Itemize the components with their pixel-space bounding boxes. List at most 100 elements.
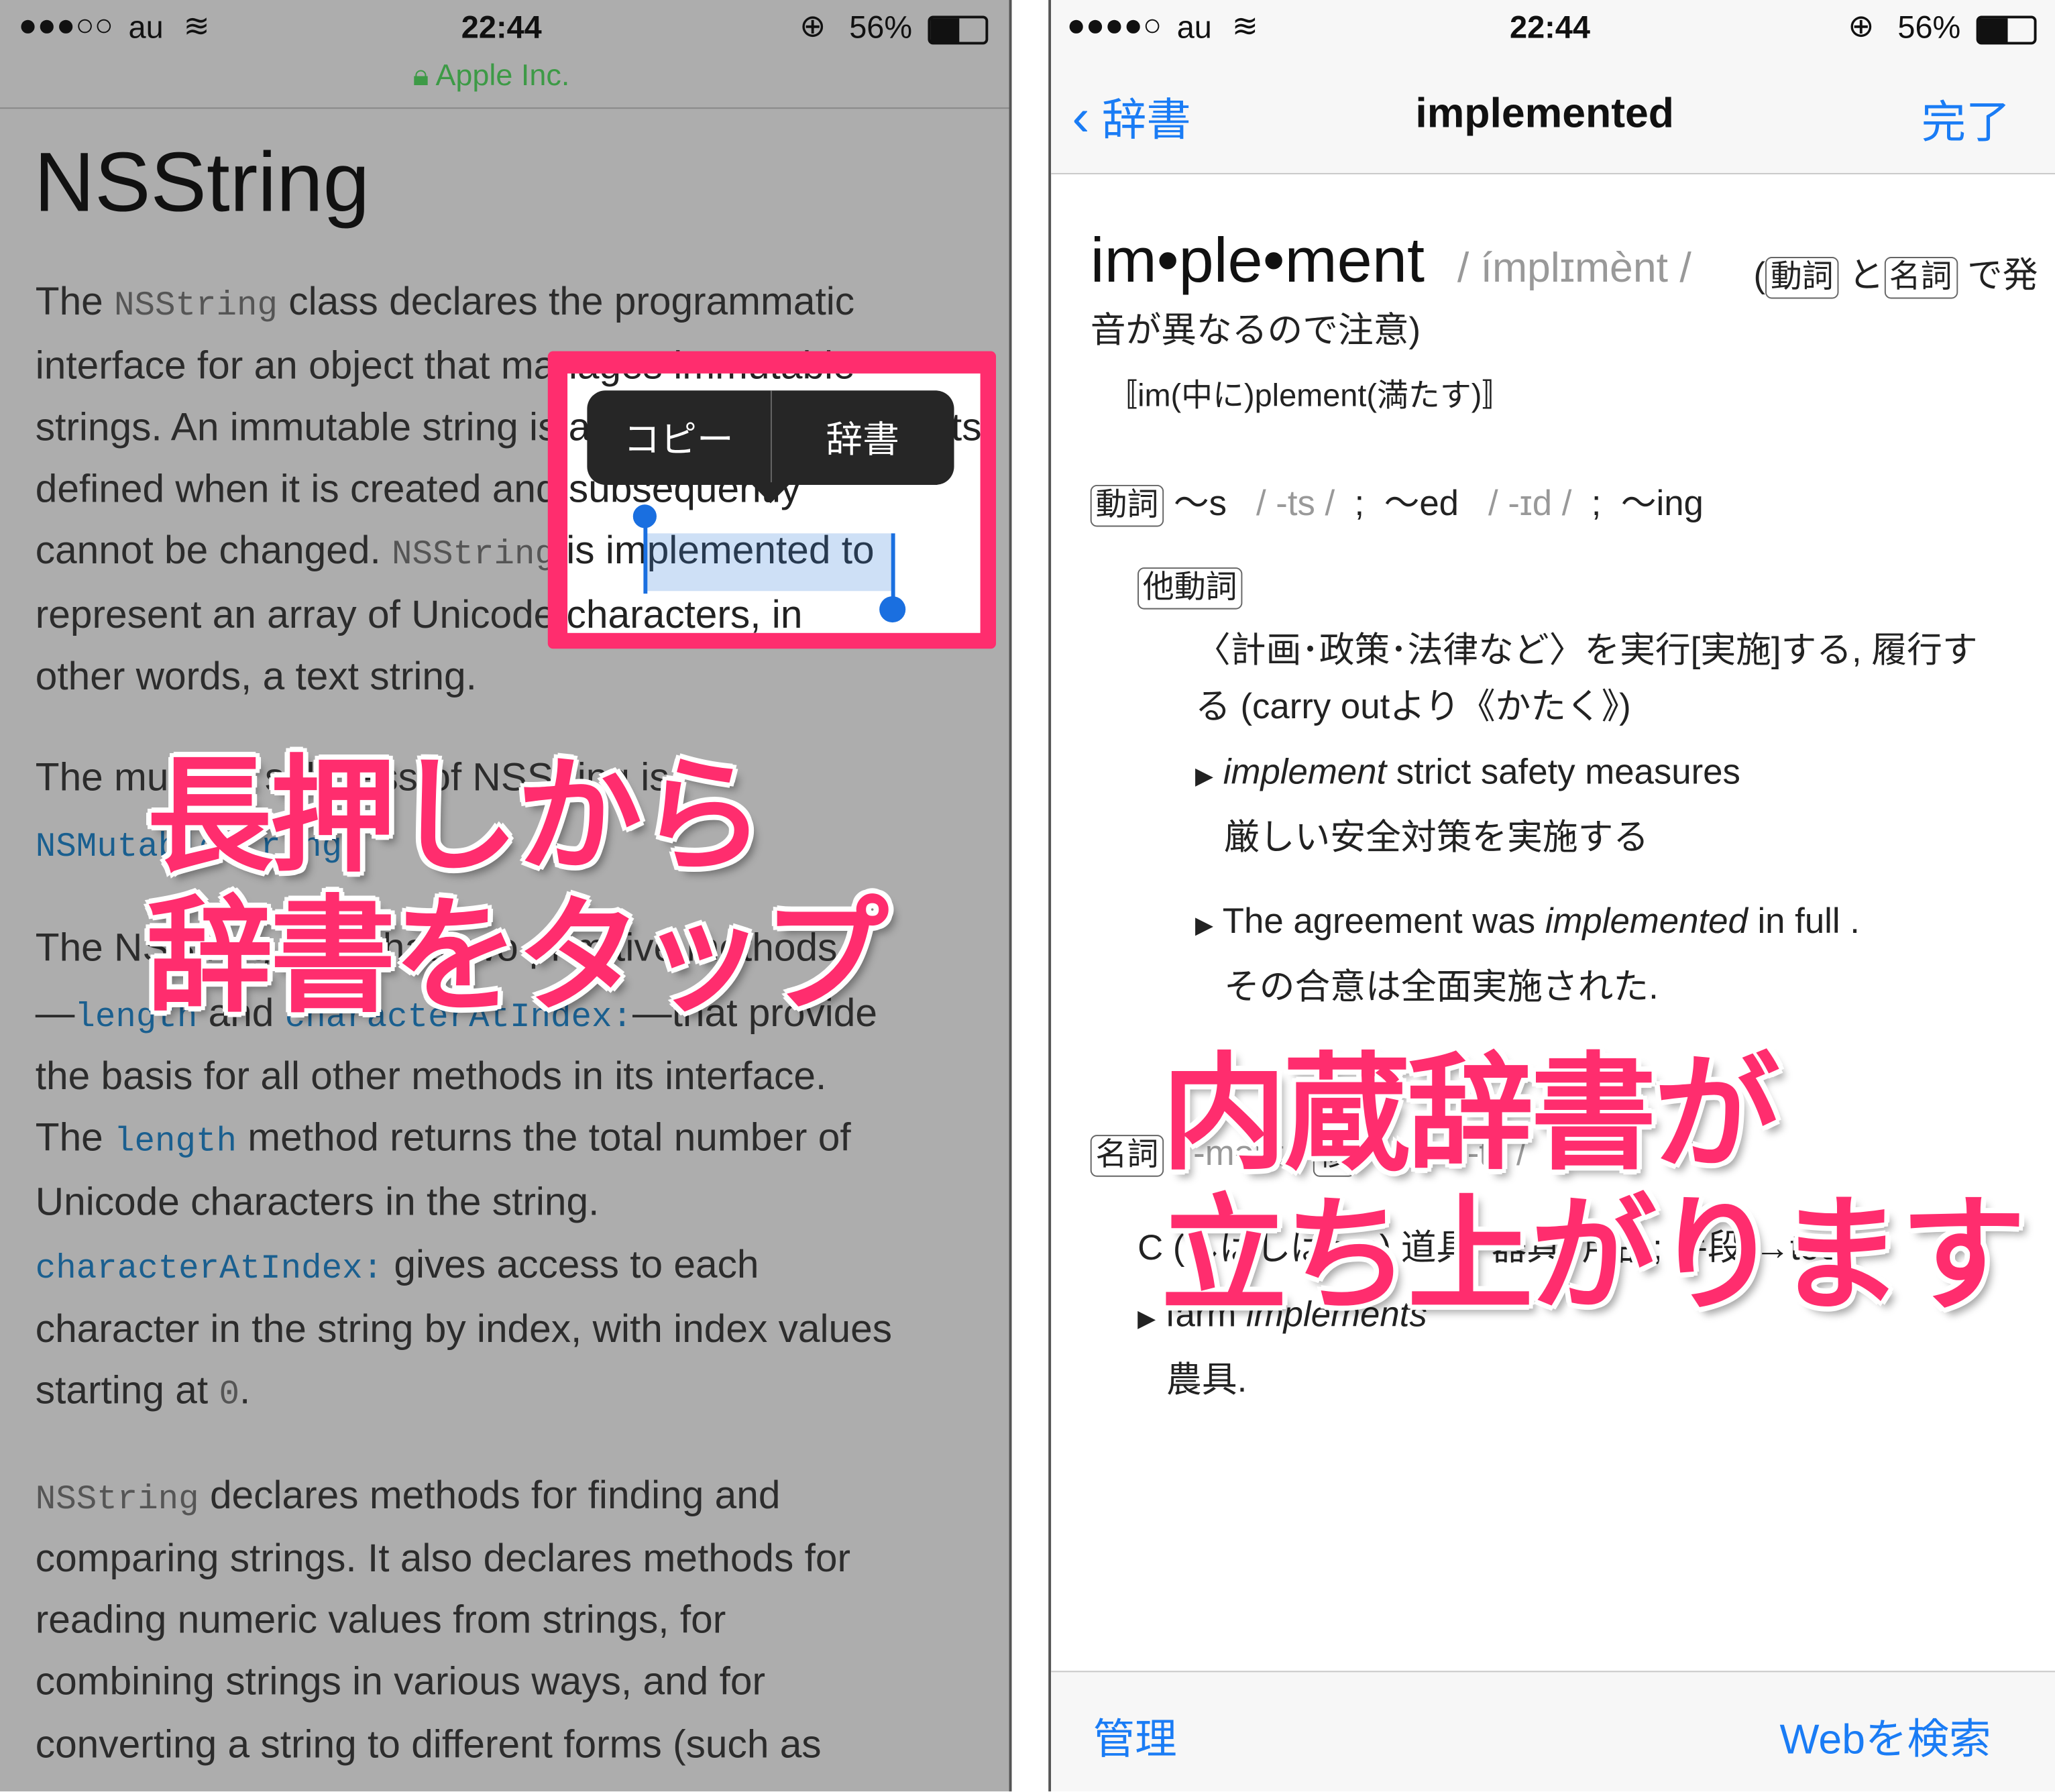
text: Unicode characters in the string. — [35, 1180, 600, 1225]
code-link[interactable]: characterAtIndex: — [36, 1249, 383, 1288]
verb-forms: 動詞 〜s / -ts / ; 〜ed / -ɪd / ; 〜ing — [1090, 474, 1704, 527]
text: starting at — [35, 1369, 219, 1413]
text: comparing strings. It also declares meth… — [35, 1537, 851, 1581]
pronunciation-note-cont: 音が異なるので注意) — [1090, 311, 1421, 350]
ex-italic: implemented — [1545, 901, 1748, 941]
selection-handle-start[interactable] — [643, 520, 648, 594]
article-line: other words, a text string. — [36, 655, 477, 699]
back-label: 辞書 — [1101, 95, 1191, 146]
definition: 〈計画･政策･法律など〉を実行[実施]する, 履行す — [1195, 630, 1978, 670]
clock: 22:44 — [461, 10, 542, 46]
example-1-translation: 厳しい安全対策を実施する — [1224, 818, 1649, 857]
bottom-toolbar: 管理 Webを検索 — [1051, 1671, 2055, 1792]
caption-line-2: 立ち上がります — [1161, 1182, 2026, 1329]
form-pron: / -ts / — [1256, 484, 1335, 523]
page-title: NSString — [34, 135, 370, 229]
site-name: Apple Inc. — [435, 57, 570, 92]
article-line: The NSString class declares the programm… — [36, 280, 854, 325]
manage-button[interactable]: 管理 — [1093, 1706, 1177, 1767]
lock-icon: 🔒︎ — [412, 57, 429, 92]
verb-tag: 動詞 — [1090, 484, 1164, 527]
text: declares methods for finding and — [199, 1474, 781, 1518]
article-line: reading numeric values from strings, for — [36, 1599, 726, 1643]
copy-menu-item[interactable]: コピー — [587, 390, 770, 485]
chevron-left-icon: ‹ — [1072, 89, 1090, 147]
code-text: NSString — [114, 285, 278, 325]
back-button[interactable]: ‹ 辞書 — [1072, 84, 1190, 148]
text: The — [35, 280, 115, 324]
highlighted-line: interface for an object that manages imm… — [567, 374, 855, 389]
rotation-lock-icon: ⊕ — [799, 9, 826, 45]
selection-knob-start[interactable] — [632, 504, 657, 528]
paren: ( — [1753, 256, 1766, 295]
noun-tag: 名詞 — [1883, 256, 1958, 299]
text: The — [35, 1116, 115, 1160]
signal-strength: ●●●○○ — [18, 7, 113, 44]
pronunciation-note: (動詞 と名詞 で発 — [1753, 246, 2038, 299]
article-line: character in the string by index, with i… — [36, 1308, 892, 1352]
text: interface for an object that manages imm… — [567, 374, 855, 388]
text: cannot be changed. — [35, 529, 392, 573]
dictionary-panel: ●●●●○ au ≋ 22:44 ⊕ 56% ‹ 辞書 implemented … — [1048, 0, 2055, 1792]
form: 〜ing — [1620, 484, 1704, 523]
etymology: 〚im(中に)plement(満たす)〛 — [1106, 378, 1514, 414]
example-3-translation: 農具. — [1166, 1360, 1247, 1400]
caption-line-2: 辞書をタップ — [146, 883, 889, 1030]
article-line: Unicode characters in the string. — [36, 1181, 600, 1225]
example-2-translation: その合意は全面実施された. — [1224, 967, 1659, 1007]
example-2: ▶ The agreement was implemented in full … — [1195, 901, 1860, 942]
code-link[interactable]: length — [114, 1122, 237, 1162]
article-line: NSString declares methods for finding an… — [36, 1474, 781, 1518]
note-text: で発 — [1967, 256, 2038, 295]
article-line: comparing strings. It also declares meth… — [36, 1537, 850, 1581]
sep: ; — [1591, 484, 1602, 523]
form: 〜ed — [1384, 484, 1459, 523]
wifi-icon: ≋ — [1231, 9, 1259, 45]
battery-icon — [928, 15, 989, 45]
nav-title: implemented — [1415, 89, 1674, 137]
transitive-verb-tag: 他動詞 — [1137, 567, 1243, 610]
nav-bar: ●●●●○ au ≋ 22:44 ⊕ 56% ‹ 辞書 implemented … — [1051, 0, 2055, 174]
divider — [0, 107, 1009, 109]
article-line: characterAtIndex: gives access to each — [36, 1243, 759, 1288]
signal-strength: ●●●●○ — [1066, 7, 1162, 44]
define-menu-item[interactable]: 辞書 — [771, 390, 954, 485]
triangle-icon: ▶ — [1195, 763, 1214, 789]
article-line: the basis for all other methods in its i… — [36, 1055, 827, 1099]
battery-percent: 56% — [1897, 10, 1961, 46]
article-line: combining strings in various ways, and f… — [36, 1661, 765, 1705]
code-text: NSString — [392, 535, 555, 574]
sep: ; — [1354, 484, 1365, 523]
rotation-lock-icon: ⊕ — [1848, 9, 1875, 45]
pronunciation: / ímplɪmènt / — [1457, 243, 1691, 291]
form-pron: / -ɪd / — [1488, 484, 1572, 523]
safari-panel: ●●●○○ au ≋ 22:44 ⊕ 56% 🔒︎ Apple Inc. NSS… — [0, 0, 1012, 1792]
battery-percent: 56% — [849, 10, 913, 46]
selection-handle-end[interactable] — [891, 533, 895, 602]
text: other words, a text string. — [35, 655, 477, 699]
text: method returns the total number of — [237, 1116, 851, 1160]
example-1: ▶ implement strict safety measures — [1195, 752, 1740, 793]
menu-arrow — [749, 482, 792, 504]
text: reading numeric values from strings, for — [35, 1598, 726, 1642]
battery-icon — [1976, 15, 2037, 45]
text-selection — [646, 533, 893, 592]
text: the basis for all other methods in its i… — [35, 1054, 827, 1099]
definition-cont: る (carry outより《かたく》) — [1195, 686, 1631, 726]
url-bar[interactable]: 🔒︎ Apple Inc. — [413, 58, 570, 93]
ex-text: in full . — [1747, 901, 1860, 941]
article-line: starting at 0. — [36, 1369, 251, 1414]
noun-tag: 名詞 — [1090, 1135, 1164, 1177]
article-line: The length method returns the total numb… — [36, 1117, 851, 1161]
ex-text: The agreement was — [1222, 901, 1545, 941]
carrier-label: au — [128, 10, 164, 46]
selection-knob-end[interactable] — [879, 596, 906, 623]
headword: im•ple•ment — [1090, 227, 1425, 296]
article-line: converting a string to different forms (… — [36, 1724, 822, 1768]
search-web-button[interactable]: Webを検索 — [1780, 1706, 1991, 1767]
triangle-icon: ▶ — [1195, 911, 1214, 939]
text: class declares the programmatic — [277, 280, 855, 324]
code-text: NSString — [35, 1479, 199, 1519]
done-button[interactable]: 完了 — [1922, 87, 2011, 151]
carrier-label: au — [1176, 10, 1212, 46]
